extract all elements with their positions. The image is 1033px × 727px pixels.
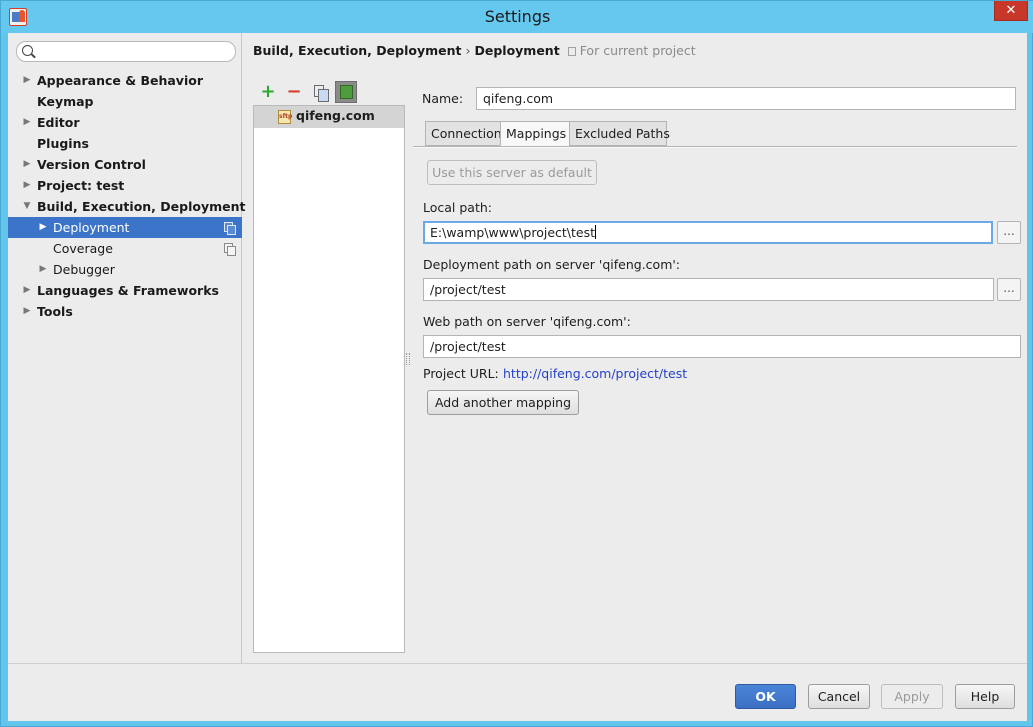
collapsed-arrow-icon[interactable]: ▶: [38, 217, 48, 238]
local-path-value: E:\wamp\www\project\test: [430, 225, 596, 240]
project-url-label: Project URL:: [423, 366, 499, 381]
sidebar-item-label: Plugins: [37, 136, 89, 151]
remove-server-button[interactable]: −: [283, 81, 305, 103]
sidebar-item-label: Debugger: [53, 262, 115, 277]
server-default-icon: [340, 85, 353, 99]
project-scope-note: For current project: [567, 43, 696, 58]
sidebar-item-label: Project: test: [37, 178, 125, 193]
local-path-label: Local path:: [423, 200, 493, 215]
copy-server-button[interactable]: [309, 81, 331, 103]
dialog-content: ▶ Appearance & Behavior Keymap ▶ Editor Plugi…: [8, 33, 1027, 721]
project-level-icon: [224, 222, 236, 235]
splitter-handle[interactable]: [406, 353, 410, 365]
sidebar-item-appearance-behavior[interactable]: ▶ Appearance & Behavior: [8, 70, 242, 91]
close-button[interactable]: ✕: [994, 1, 1028, 21]
settings-panel: Build, Execution, Deployment › Deployment F…: [243, 33, 1027, 663]
project-url-link[interactable]: http://qifeng.com/project/test: [503, 366, 687, 381]
sidebar-item-debugger[interactable]: ▶ Debugger: [8, 259, 242, 280]
copy-icon: [567, 47, 576, 56]
ok-button[interactable]: OK: [735, 684, 796, 709]
web-path-input[interactable]: /project/test: [423, 335, 1021, 358]
local-path-input[interactable]: E:\wamp\www\project\test: [423, 221, 993, 244]
settings-sidebar: ▶ Appearance & Behavior Keymap ▶ Editor Plugi…: [8, 33, 246, 663]
add-another-mapping-button[interactable]: Add another mapping: [427, 390, 579, 415]
collapsed-arrow-icon[interactable]: ▶: [22, 280, 32, 301]
sidebar-item-project-test[interactable]: ▶ Project: test: [8, 175, 242, 196]
sidebar-item-tools[interactable]: ▶ Tools: [8, 301, 242, 322]
set-default-server-button[interactable]: [335, 81, 357, 103]
browse-deployment-path-button[interactable]: ...: [997, 278, 1021, 301]
sidebar-item-label: Deployment: [53, 220, 130, 235]
breadcrumb-parent: Build, Execution, Deployment: [253, 43, 462, 58]
sidebar-item-label: Languages & Frameworks: [37, 283, 219, 298]
sidebar-item-label: Editor: [37, 115, 80, 130]
cancel-button[interactable]: Cancel: [808, 684, 870, 709]
sidebar-item-plugins[interactable]: Plugins: [8, 133, 242, 154]
deployment-path-label: Deployment path on server 'qifeng.com':: [423, 257, 681, 272]
sidebar-item-languages-frameworks[interactable]: ▶ Languages & Frameworks: [8, 280, 242, 301]
sidebar-item-label: Tools: [37, 304, 73, 319]
sidebar-item-label: Coverage: [53, 241, 113, 256]
window-title: Settings: [484, 7, 551, 26]
apply-button[interactable]: Apply: [881, 684, 943, 709]
sidebar-item-build-execution-deployment[interactable]: ▼ Build, Execution, Deployment: [8, 196, 246, 217]
server-name: qifeng.com: [296, 108, 375, 123]
server-list-item[interactable]: sftp qifeng.com: [254, 106, 404, 128]
sftp-icon: sftp: [278, 110, 292, 124]
sidebar-item-keymap[interactable]: Keymap: [8, 91, 242, 112]
tab-mappings[interactable]: Mappings: [500, 121, 570, 146]
server-details: Name: qifeng.com Connection Mappings Exc…: [413, 83, 1023, 643]
tab-divider: [413, 146, 1017, 148]
sidebar-item-label: Build, Execution, Deployment: [37, 199, 246, 214]
help-button[interactable]: Help: [955, 684, 1015, 709]
sidebar-item-editor[interactable]: ▶ Editor: [8, 112, 242, 133]
server-name-field[interactable]: qifeng.com: [476, 87, 1016, 110]
search-icon: [22, 45, 33, 56]
footer-divider: [8, 663, 1027, 664]
browse-local-path-button[interactable]: ...: [997, 221, 1021, 244]
settings-tree: ▶ Appearance & Behavior Keymap ▶ Editor Plugi…: [8, 70, 246, 322]
settings-window: Settings ✕ ▶ Appearance & Behavior Keymap ▶…: [0, 0, 1033, 727]
sidebar-item-coverage[interactable]: Coverage: [8, 238, 242, 259]
project-level-icon: [224, 243, 236, 256]
settings-search-input[interactable]: [16, 41, 236, 62]
breadcrumb-current: Deployment: [474, 43, 560, 58]
collapsed-arrow-icon[interactable]: ▶: [22, 70, 32, 91]
collapsed-arrow-icon[interactable]: ▶: [22, 112, 32, 133]
web-path-label: Web path on server 'qifeng.com':: [423, 314, 631, 329]
expanded-arrow-icon[interactable]: ▼: [22, 196, 32, 217]
server-list: sftp qifeng.com: [253, 105, 405, 653]
text-caret: [595, 225, 597, 239]
collapsed-arrow-icon[interactable]: ▶: [22, 175, 32, 196]
project-scope-text: For current project: [579, 43, 696, 58]
copy-icon: [314, 85, 329, 102]
title-bar: Settings ✕: [1, 1, 1033, 33]
sidebar-item-label: Keymap: [37, 94, 94, 109]
collapsed-arrow-icon[interactable]: ▶: [22, 301, 32, 322]
sidebar-item-version-control[interactable]: ▶ Version Control: [8, 154, 242, 175]
breadcrumb-separator: ›: [465, 43, 471, 58]
collapsed-arrow-icon[interactable]: ▶: [22, 154, 32, 175]
collapsed-arrow-icon[interactable]: ▶: [38, 259, 48, 280]
use-as-default-button[interactable]: Use this server as default: [427, 160, 597, 185]
tab-connection[interactable]: Connection: [425, 121, 502, 146]
name-label: Name:: [422, 91, 464, 106]
deployment-path-input[interactable]: /project/test: [423, 278, 994, 301]
sidebar-item-label: Appearance & Behavior: [37, 73, 203, 88]
sidebar-item-deployment[interactable]: ▶ Deployment: [8, 217, 242, 238]
tab-excluded-paths[interactable]: Excluded Paths: [569, 121, 670, 146]
breadcrumb: Build, Execution, Deployment › Deployment F…: [253, 43, 696, 58]
add-server-button[interactable]: +: [257, 81, 279, 103]
sidebar-item-label: Version Control: [37, 157, 146, 172]
